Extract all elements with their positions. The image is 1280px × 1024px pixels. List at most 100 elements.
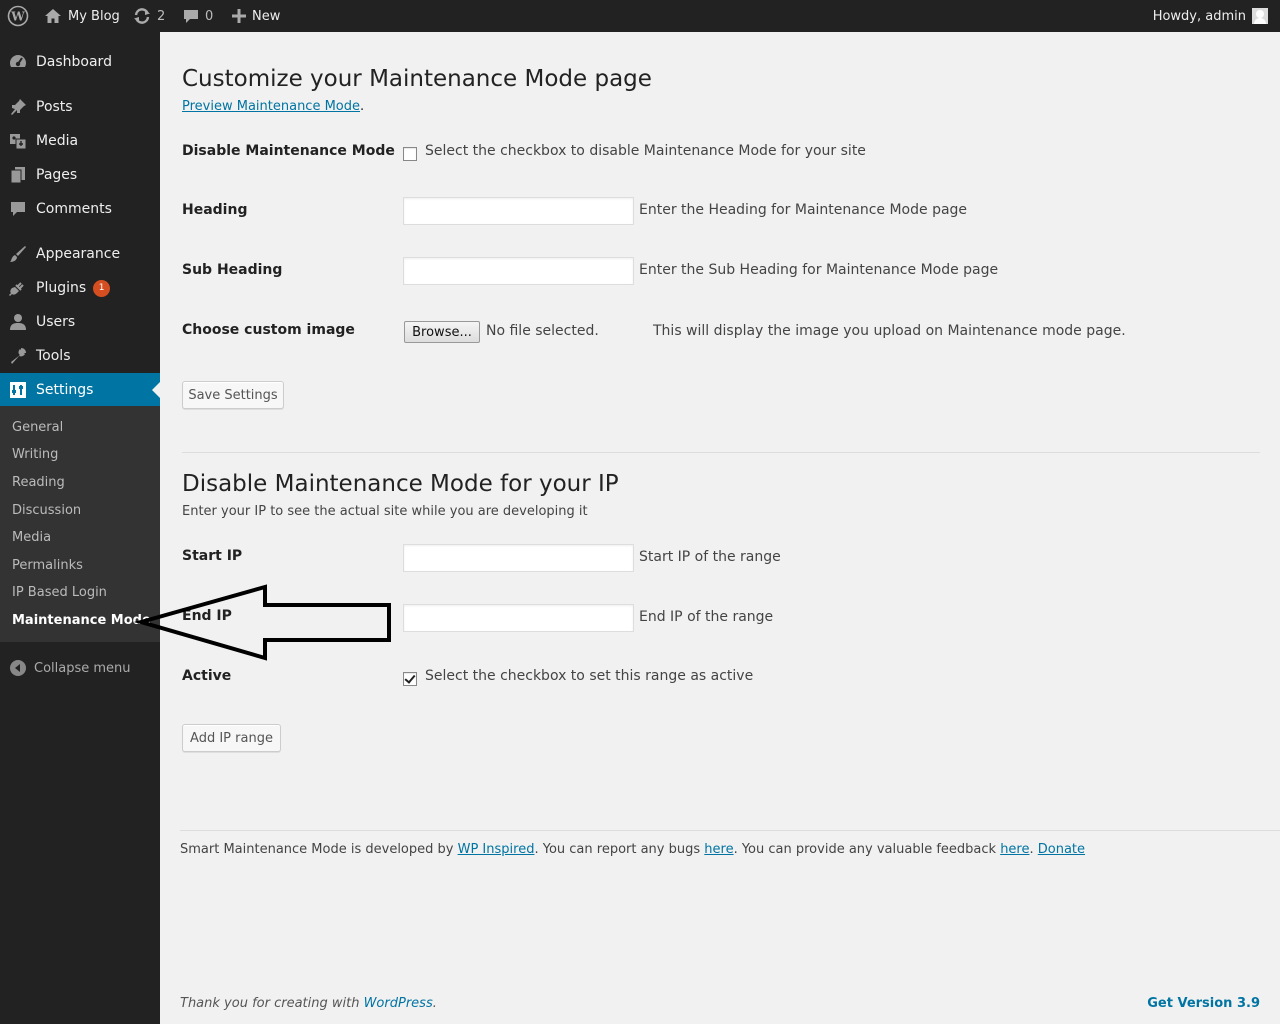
submenu-item-general[interactable]: General [12, 418, 63, 438]
collapse-label: Collapse menu [34, 660, 131, 676]
submenu-item-writing[interactable]: Writing [12, 445, 58, 465]
start-ip-label: Start IP [182, 548, 243, 564]
save-settings-button[interactable]: Save Settings [182, 381, 284, 409]
menu-item-appearance[interactable]: Appearance [0, 237, 160, 271]
menu-item-dashboard[interactable]: Dashboard [0, 45, 160, 79]
settings-submenu: General Writing Reading Discussion Media… [0, 406, 160, 642]
feedback-link[interactable]: here [1000, 842, 1029, 857]
comments-link[interactable]: 0 [183, 0, 213, 32]
subheading-label: Sub Heading [182, 262, 283, 278]
menu-label: Tools [36, 348, 71, 364]
ip-section-subtitle: Enter your IP to see the actual site whi… [182, 504, 588, 519]
submenu-item-media[interactable]: Media [12, 528, 51, 548]
menu-label: Appearance [36, 246, 121, 262]
credits-text-2: . You can report any bugs [534, 842, 705, 857]
thanks-suffix: . [432, 996, 437, 1011]
start-ip-input[interactable] [403, 544, 634, 572]
active-label: Active [182, 668, 232, 684]
submenu-item-maintenance-mode[interactable]: Maintenance Mode [12, 611, 151, 631]
updates-icon [134, 8, 150, 24]
active-description: Select the checkbox to set this range as… [425, 668, 754, 684]
submenu-item-permalinks[interactable]: Permalinks [12, 556, 83, 576]
dashboard-icon [10, 55, 26, 71]
menu-item-users[interactable]: Users [0, 305, 160, 339]
menu-item-plugins[interactable]: Plugins 1 [0, 271, 160, 305]
page-title: Customize your Maintenance Mode page [182, 66, 652, 92]
report-bugs-link[interactable]: here [704, 842, 733, 857]
preview-line: Preview Maintenance Mode. [182, 99, 364, 114]
home-icon [45, 9, 61, 23]
avatar [1252, 8, 1268, 24]
disable-mode-description: Select the checkbox to disable Maintenan… [425, 143, 866, 159]
howdy-text: Howdy, admin [1152, 8, 1246, 24]
svg-text:W: W [10, 10, 25, 24]
user-icon [10, 314, 26, 330]
submenu-item-ip-based-login[interactable]: IP Based Login [12, 583, 107, 603]
admin-bar: W My Blog 2 0 New Howdy, admin [0, 0, 1280, 32]
credits-text-1: Smart Maintenance Mode is developed by [180, 842, 458, 857]
menu-label: Posts [36, 99, 73, 115]
wp-inspired-link[interactable]: WP Inspired [458, 842, 535, 857]
wordpress-logo-icon: W [7, 5, 29, 27]
credits-text-4: . [1029, 842, 1038, 857]
menu-label: Media [36, 133, 79, 149]
get-version-link[interactable]: Get Version 3.9 [1147, 996, 1260, 1011]
settings-icon [10, 382, 26, 398]
menu-label: Pages [36, 167, 78, 183]
end-ip-input[interactable] [403, 604, 634, 632]
preview-maintenance-link[interactable]: Preview Maintenance Mode [182, 99, 360, 114]
comment-icon [184, 10, 198, 23]
credits-text-3: . You can provide any valuable feedback [733, 842, 1001, 857]
heading-label: Heading [182, 202, 248, 218]
menu-item-settings[interactable]: Settings [0, 373, 160, 407]
site-name-link[interactable]: My Blog [44, 0, 120, 32]
new-label: New [252, 8, 281, 24]
preview-suffix: . [360, 99, 365, 114]
menu-label: Comments [36, 201, 112, 217]
file-status: No file selected. [486, 323, 599, 339]
brush-icon [10, 246, 26, 262]
menu-label: Plugins [36, 280, 87, 296]
footer-thankyou: Thank you for creating with WordPress. [180, 996, 437, 1011]
ip-section-title: Disable Maintenance Mode for your IP [182, 471, 619, 497]
thanks-prefix: Thank you for creating with [180, 996, 364, 1011]
plus-icon [232, 9, 246, 23]
footer-divider [180, 830, 1280, 831]
my-account-link[interactable]: Howdy, admin [1153, 0, 1268, 32]
comments-count: 0 [205, 8, 214, 24]
menu-label: Dashboard [36, 54, 112, 70]
collapse-icon [10, 660, 26, 676]
menu-item-pages[interactable]: Pages [0, 158, 160, 192]
pin-icon [11, 99, 26, 115]
browse-button[interactable]: Browse... [404, 321, 480, 343]
main-content: Customize your Maintenance Mode page Pre… [160, 32, 1280, 1024]
end-ip-label: End IP [182, 608, 232, 624]
subheading-description: Enter the Sub Heading for Maintenance Mo… [639, 262, 999, 278]
updates-link[interactable]: 2 [133, 0, 165, 32]
site-name: My Blog [68, 8, 120, 24]
new-content-link[interactable]: New [232, 0, 280, 32]
admin-menu: Dashboard Posts Media Pages Comments App… [0, 32, 160, 1024]
active-checkbox[interactable] [403, 672, 417, 686]
menu-item-tools[interactable]: Tools [0, 339, 160, 373]
wordpress-logo-button[interactable]: W [7, 0, 29, 32]
pages-icon [10, 167, 25, 184]
submenu-item-discussion[interactable]: Discussion [12, 501, 81, 521]
custom-image-label: Choose custom image [182, 322, 355, 338]
donate-link[interactable]: Donate [1038, 842, 1085, 857]
menu-label: Settings [36, 382, 94, 398]
collapse-menu-button[interactable]: Collapse menu [10, 660, 131, 676]
menu-item-posts[interactable]: Posts [0, 90, 160, 124]
menu-item-comments[interactable]: Comments [0, 192, 160, 226]
menu-label: Users [36, 314, 76, 330]
heading-description: Enter the Heading for Maintenance Mode p… [639, 202, 968, 218]
menu-item-media[interactable]: Media [0, 124, 160, 158]
media-icon [10, 134, 27, 150]
submenu-item-reading[interactable]: Reading [12, 473, 65, 493]
disable-mode-label: Disable Maintenance Mode [182, 143, 395, 159]
wordpress-link[interactable]: WordPress [364, 996, 433, 1011]
add-ip-range-button[interactable]: Add IP range [182, 724, 281, 752]
disable-mode-checkbox[interactable] [403, 147, 417, 161]
subheading-input[interactable] [403, 257, 634, 285]
heading-input[interactable] [403, 197, 634, 225]
